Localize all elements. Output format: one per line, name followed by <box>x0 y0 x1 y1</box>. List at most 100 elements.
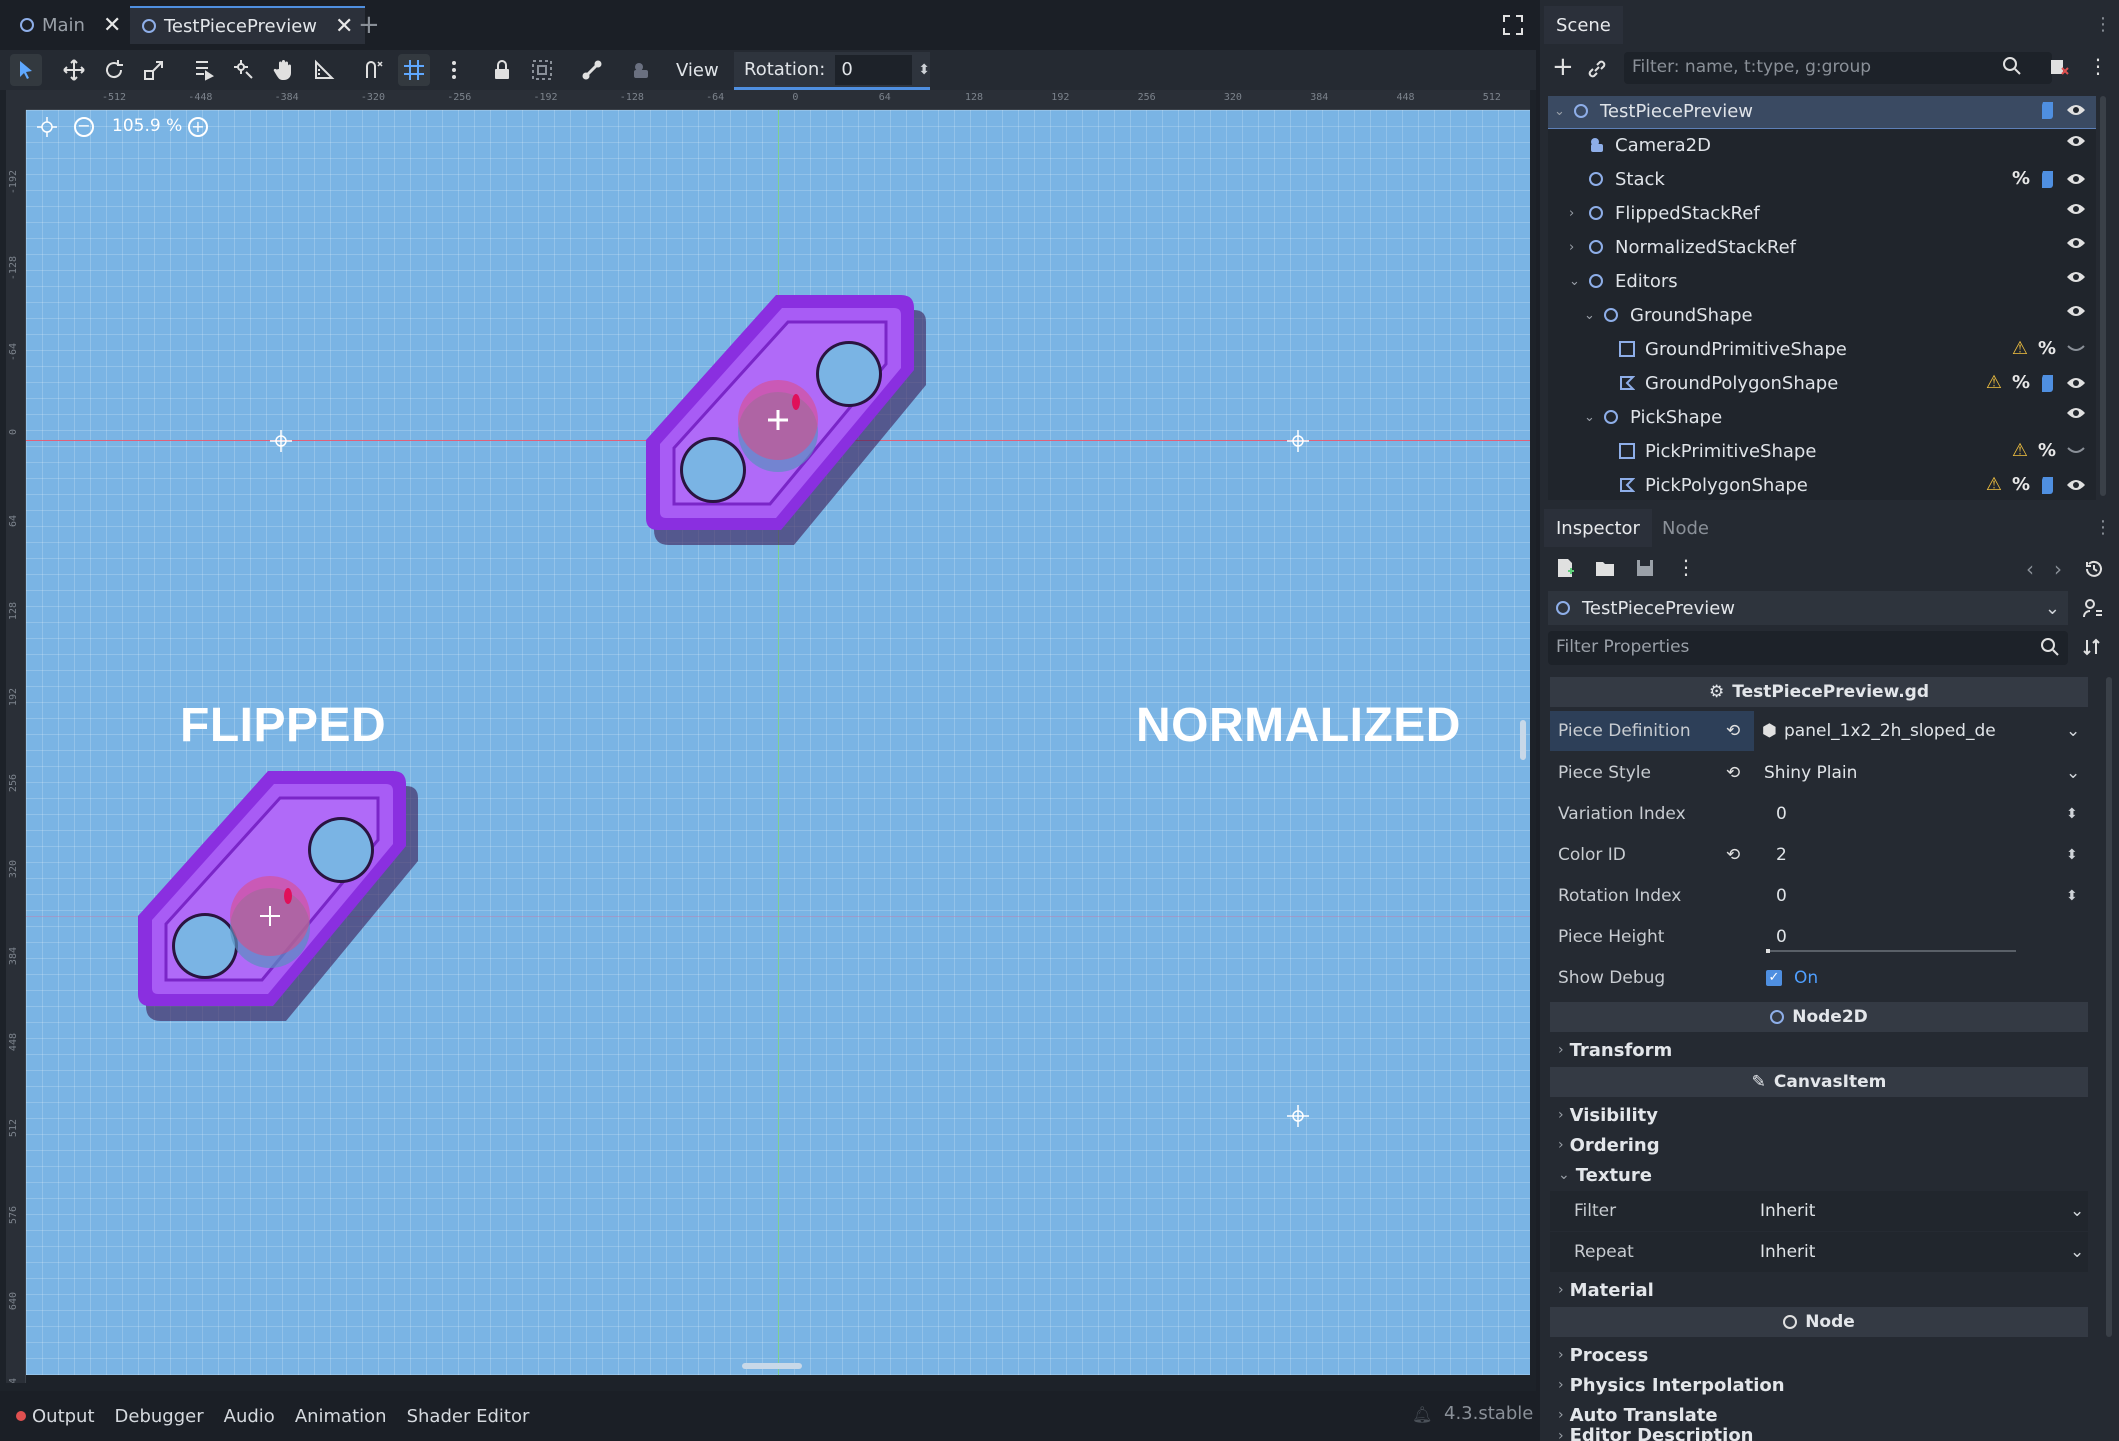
revert-icon[interactable]: ⟲ <box>1726 763 1740 783</box>
chevron-down-icon[interactable]: ⌄ <box>1584 308 1596 323</box>
warning-icon[interactable]: ⚠ <box>1986 372 2002 393</box>
chevron-down-icon[interactable]: ⌄ <box>2070 1201 2084 1221</box>
unique-name-icon[interactable]: % <box>2012 168 2030 189</box>
zoom-level[interactable]: 105.9 % <box>112 116 182 136</box>
script-icon[interactable] <box>2040 100 2056 120</box>
tab-node[interactable]: Node <box>1650 509 1721 547</box>
snap-options-icon[interactable] <box>438 54 470 86</box>
tab-inspector[interactable]: Inspector <box>1544 509 1652 547</box>
scene-tree-row[interactable]: ⌄ TestPiecePreview <box>1548 96 2096 129</box>
group-icon[interactable] <box>526 54 558 86</box>
chevron-down-icon[interactable]: ⌄ <box>1569 274 1581 289</box>
scene-tree-row[interactable]: ⌄ GroundShape <box>1548 298 2096 332</box>
sort-properties-icon[interactable] <box>2082 637 2102 657</box>
unique-name-icon[interactable]: % <box>2012 372 2030 393</box>
zoom-out-icon[interactable]: − <box>74 117 94 137</box>
list-select-icon[interactable] <box>188 54 220 86</box>
group-material[interactable]: › Material <box>1550 1275 2088 1305</box>
visibility-eye-icon[interactable] <box>2066 172 2086 186</box>
property-texture-filter[interactable]: Filter Inherit ⌄ <box>1550 1191 2088 1231</box>
inspector-scrollbar[interactable] <box>2106 677 2112 1337</box>
visibility-eye-icon[interactable] <box>2066 376 2086 390</box>
tab-testpiecepreview[interactable]: TestPiecePreview ✕ <box>130 6 366 44</box>
chevron-down-icon[interactable]: ⌄ <box>1554 104 1566 119</box>
zoom-in-icon[interactable]: + <box>188 117 208 137</box>
tab-audio[interactable]: Audio <box>224 1406 275 1427</box>
history-icon[interactable] <box>2084 559 2104 579</box>
group-visibility[interactable]: › Visibility <box>1550 1100 2088 1130</box>
camera-override-icon[interactable] <box>626 54 658 86</box>
property-color-id[interactable]: Color ID ⟲ 2 ⬍ <box>1550 835 2088 875</box>
new-resource-icon[interactable] <box>1554 557 1576 579</box>
rotation-input[interactable]: 0 <box>835 54 913 85</box>
save-icon[interactable] <box>1634 557 1656 579</box>
object-properties-icon[interactable] <box>2082 597 2104 619</box>
scene-tree-row[interactable]: Stack% <box>1548 162 2096 196</box>
canvas-2d[interactable]: − 105.9 % + FLIPPED NORMALIZED <box>26 110 1530 1375</box>
chevron-right-icon[interactable]: › <box>1569 240 1581 255</box>
vertical-scrollbar[interactable] <box>1520 720 1526 760</box>
visibility-eye-icon[interactable] <box>2066 342 2086 356</box>
history-forward-icon[interactable]: › <box>2054 557 2062 581</box>
inspector-menu-icon[interactable]: ⋮ <box>1676 555 1696 579</box>
property-piece-definition[interactable]: Piece Definition ⟲ ⬢ panel_1x2_2h_sloped… <box>1550 711 2088 751</box>
slider-grabber[interactable] <box>1766 949 1770 953</box>
scale-tool-icon[interactable] <box>138 54 170 86</box>
script-icon[interactable] <box>2040 475 2056 495</box>
chevron-down-icon[interactable]: ⌄ <box>2070 1242 2084 1262</box>
filter-properties-input[interactable]: Filter Properties <box>1548 631 2068 665</box>
object-selector[interactable]: TestPiecePreview ⌄ <box>1548 591 2068 625</box>
scene-tree-row[interactable]: PickPrimitiveShape ⚠% <box>1548 434 2096 468</box>
visibility-eye-icon[interactable] <box>2066 444 2086 458</box>
smart-snap-icon[interactable] <box>358 54 390 86</box>
scene-tree-row[interactable]: PickPolygonShape ⚠% <box>1548 468 2096 500</box>
tab-output[interactable]: Output <box>32 1406 95 1427</box>
property-piece-style[interactable]: Piece Style ⟲ Shiny Plain ⌄ <box>1550 753 2088 793</box>
unique-name-icon[interactable]: % <box>2038 440 2056 461</box>
property-piece-height[interactable]: Piece Height 0 <box>1550 917 2088 957</box>
visibility-eye-icon[interactable] <box>2066 202 2086 216</box>
scene-tree-row[interactable]: ⌄ Editors <box>1548 264 2096 298</box>
bone-icon[interactable] <box>576 54 608 86</box>
view-menu[interactable]: View <box>666 54 729 86</box>
visibility-eye-icon[interactable] <box>2066 478 2086 492</box>
pivot-tool-icon[interactable] <box>228 54 260 86</box>
remote-script-icon[interactable] <box>2048 56 2070 78</box>
spin-arrows-icon[interactable]: ⬍ <box>2066 888 2078 904</box>
group-texture[interactable]: ⌄ Texture <box>1550 1160 2088 1190</box>
grid-snap-icon[interactable] <box>398 54 430 86</box>
tab-animation[interactable]: Animation <box>295 1406 387 1427</box>
visibility-eye-icon[interactable] <box>2066 236 2086 250</box>
unique-name-icon[interactable]: % <box>2038 338 2056 359</box>
visibility-eye-icon[interactable] <box>2066 406 2086 420</box>
ruler-tool-icon[interactable] <box>308 54 340 86</box>
property-texture-repeat[interactable]: Repeat Inherit ⌄ <box>1550 1232 2088 1272</box>
visibility-eye-icon[interactable] <box>2066 304 2086 318</box>
revert-icon[interactable]: ⟲ <box>1726 845 1740 865</box>
group-editor-description[interactable]: › Editor Description <box>1550 1425 2088 1441</box>
script-icon[interactable] <box>2040 373 2056 393</box>
scene-tree-row[interactable]: › NormalizedStackRef <box>1548 230 2096 264</box>
chevron-down-icon[interactable]: ⌄ <box>1584 410 1596 425</box>
chevron-down-icon[interactable]: ⌄ <box>2066 721 2080 741</box>
distraction-free-icon[interactable] <box>1502 14 1524 36</box>
spin-arrows-icon[interactable]: ⬍ <box>2066 806 2078 822</box>
property-rotation-index[interactable]: Rotation Index 0 ⬍ <box>1550 876 2088 916</box>
tab-debugger[interactable]: Debugger <box>115 1406 204 1427</box>
rotate-tool-icon[interactable] <box>98 54 130 86</box>
notification-bell-icon[interactable]: 🔔︎ <box>1412 1405 1432 1424</box>
history-back-icon[interactable]: ‹ <box>2026 557 2034 581</box>
scene-tree-scrollbar[interactable] <box>2100 96 2106 496</box>
group-transform[interactable]: › Transform <box>1550 1035 2088 1065</box>
revert-icon[interactable]: ⟲ <box>1726 721 1740 741</box>
checkbox-checked-icon[interactable]: ✓ <box>1766 970 1782 986</box>
piece-stack-sprite[interactable] <box>636 280 946 590</box>
tab-main[interactable]: Main ✕ <box>8 6 133 44</box>
warning-icon[interactable]: ⚠ <box>1986 474 2002 495</box>
property-show-debug[interactable]: Show Debug ✓ On <box>1550 958 2088 998</box>
horizontal-scrollbar[interactable] <box>742 1363 802 1369</box>
instance-scene-icon[interactable] <box>1586 58 1608 80</box>
visibility-eye-icon[interactable] <box>2066 134 2086 148</box>
scene-tree-row[interactable]: ⌄ PickShape <box>1548 400 2096 434</box>
visibility-eye-icon[interactable] <box>2066 103 2086 117</box>
